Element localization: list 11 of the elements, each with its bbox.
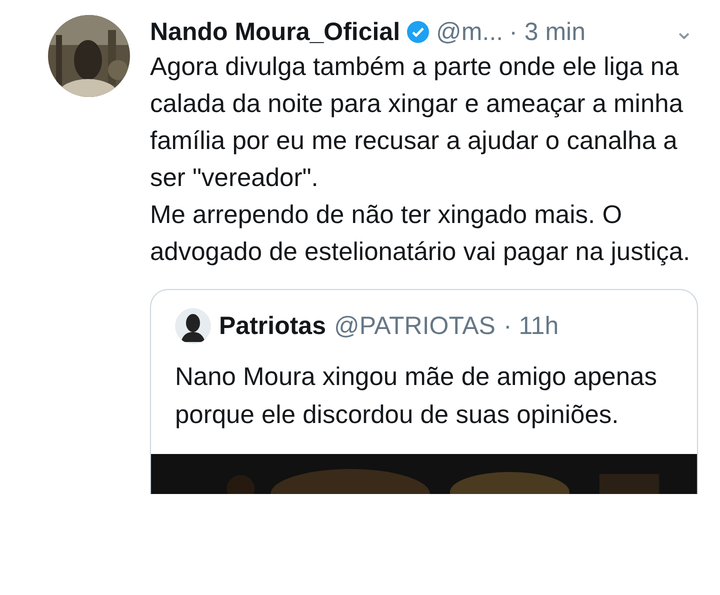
avatar-icon: [175, 308, 211, 344]
quoted-tweet-time: · 11h: [503, 312, 559, 340]
quoted-tweet-card[interactable]: Patriotas @PATRIOTAS · 11h Nano Moura xingou mãe de amigo apenas porque ele discordou de suas opiniões.: [150, 289, 698, 494]
quoted-author-name[interactable]: Patriotas: [219, 312, 326, 340]
tweet-time: · 3 min: [509, 18, 586, 46]
author-name[interactable]: Nando Moura_Oficial: [150, 18, 400, 46]
author-handle[interactable]: @m...: [436, 18, 504, 46]
tweet-text: Me arrependo de não ter xingado mais. O advogado de estelionatário vai pagar na justiça.: [150, 200, 692, 268]
quoted-author-handle[interactable]: @PATRIOTAS: [334, 312, 496, 340]
quoted-tweet-text: Nano Moura xingou mãe de amigo apenas porque ele discordou de suas opiniões.: [175, 362, 658, 431]
tweet-text: Agora divulga também a parte onde ele liga na calada da noite para xingar e ameaçar a minha família por eu me recusar a ajudar o canalha a ser "vereador".: [150, 52, 684, 194]
